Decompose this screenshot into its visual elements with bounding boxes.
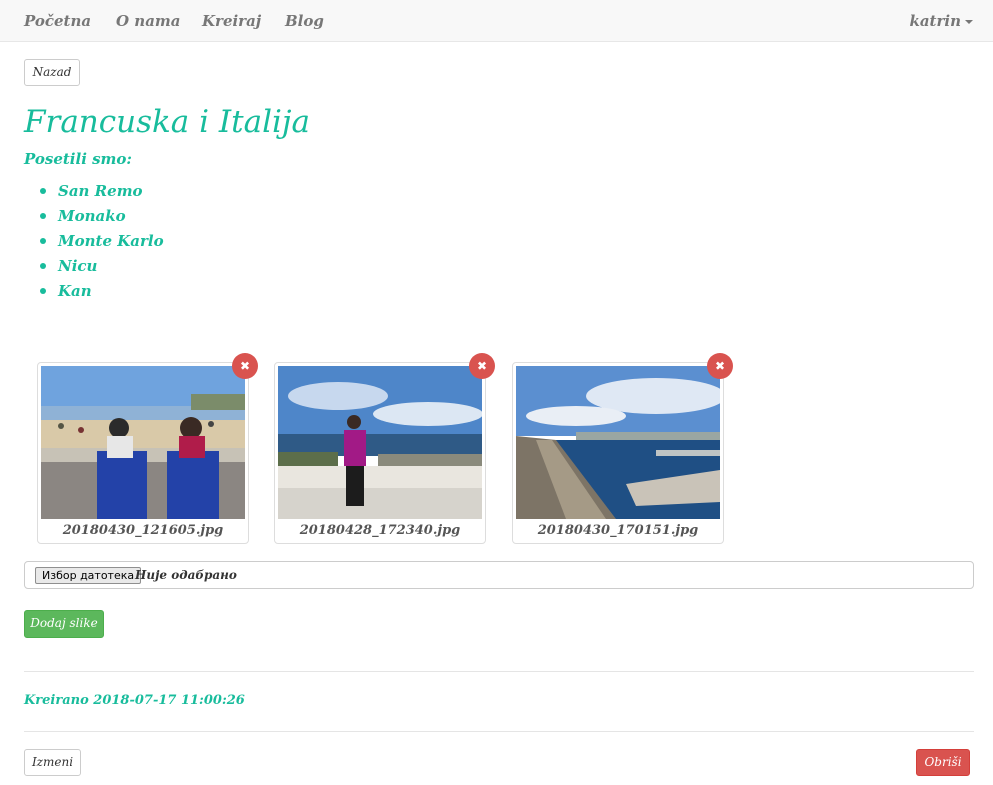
file-input[interactable]: Избор датотека Није одабрано [24, 561, 974, 589]
remove-image-button[interactable]: ✖ [469, 353, 495, 379]
place-label: Nicu [58, 257, 98, 275]
image-filename: 20180428_172340.jpg [299, 523, 461, 538]
nav-link-kreiraj[interactable]: Kreiraj [202, 12, 261, 30]
bullet-icon [40, 263, 46, 269]
post-title: Francuska i Italija [24, 104, 311, 140]
photo-beach-chairs [41, 366, 245, 519]
places-list: San Remo Monako Monte Karlo Nicu Kan [40, 180, 164, 305]
image-thumbnail: 20180430_170151.jpg ✖ [512, 353, 733, 544]
bullet-icon [40, 288, 46, 294]
caret-down-icon [965, 20, 973, 24]
list-item: Monte Karlo [40, 230, 164, 255]
bullet-icon [40, 238, 46, 244]
list-item: San Remo [40, 180, 164, 205]
user-menu-dropdown[interactable]: katrin [909, 12, 973, 30]
divider [24, 731, 974, 732]
bullet-icon [40, 188, 46, 194]
created-timestamp: Kreirano 2018-07-17 11:00:26 [24, 693, 245, 708]
place-label: Monako [58, 207, 126, 225]
list-item: Kan [40, 280, 164, 305]
image-thumbnail: 20180430_121605.jpg ✖ [37, 353, 258, 544]
photo-harbor-pier [516, 366, 720, 519]
add-images-button[interactable]: Dodaj slike [24, 610, 104, 638]
nav-link-o-nama[interactable]: O nama [116, 12, 181, 30]
place-label: Monte Karlo [58, 232, 164, 250]
remove-image-button[interactable]: ✖ [707, 353, 733, 379]
image-filename: 20180430_170151.jpg [537, 523, 699, 538]
list-item: Nicu [40, 255, 164, 280]
remove-image-button[interactable]: ✖ [232, 353, 258, 379]
image-filename: 20180430_121605.jpg [62, 523, 224, 538]
post-subtitle: Posetili smo: [24, 150, 132, 168]
user-name: katrin [909, 12, 961, 30]
choose-file-button[interactable]: Избор датотека [35, 567, 142, 584]
close-icon: ✖ [714, 359, 726, 373]
delete-button[interactable]: Obriši [916, 749, 970, 776]
file-status: Није одабрано [135, 568, 237, 582]
list-item: Monako [40, 205, 164, 230]
bullet-icon [40, 213, 46, 219]
nav-link-blog[interactable]: Blog [285, 12, 324, 30]
place-label: Kan [58, 282, 92, 300]
back-button[interactable]: Nazad [24, 59, 80, 86]
divider [24, 671, 974, 672]
close-icon: ✖ [239, 359, 251, 373]
navbar: Početna O nama Kreiraj Blog katrin [0, 0, 993, 42]
close-icon: ✖ [476, 359, 488, 373]
image-thumbnail: 20180428_172340.jpg ✖ [274, 353, 495, 544]
place-label: San Remo [58, 182, 143, 200]
nav-link-pocetna[interactable]: Početna [24, 12, 91, 30]
edit-button[interactable]: Izmeni [24, 749, 81, 776]
photo-woman-seaside [278, 366, 482, 519]
